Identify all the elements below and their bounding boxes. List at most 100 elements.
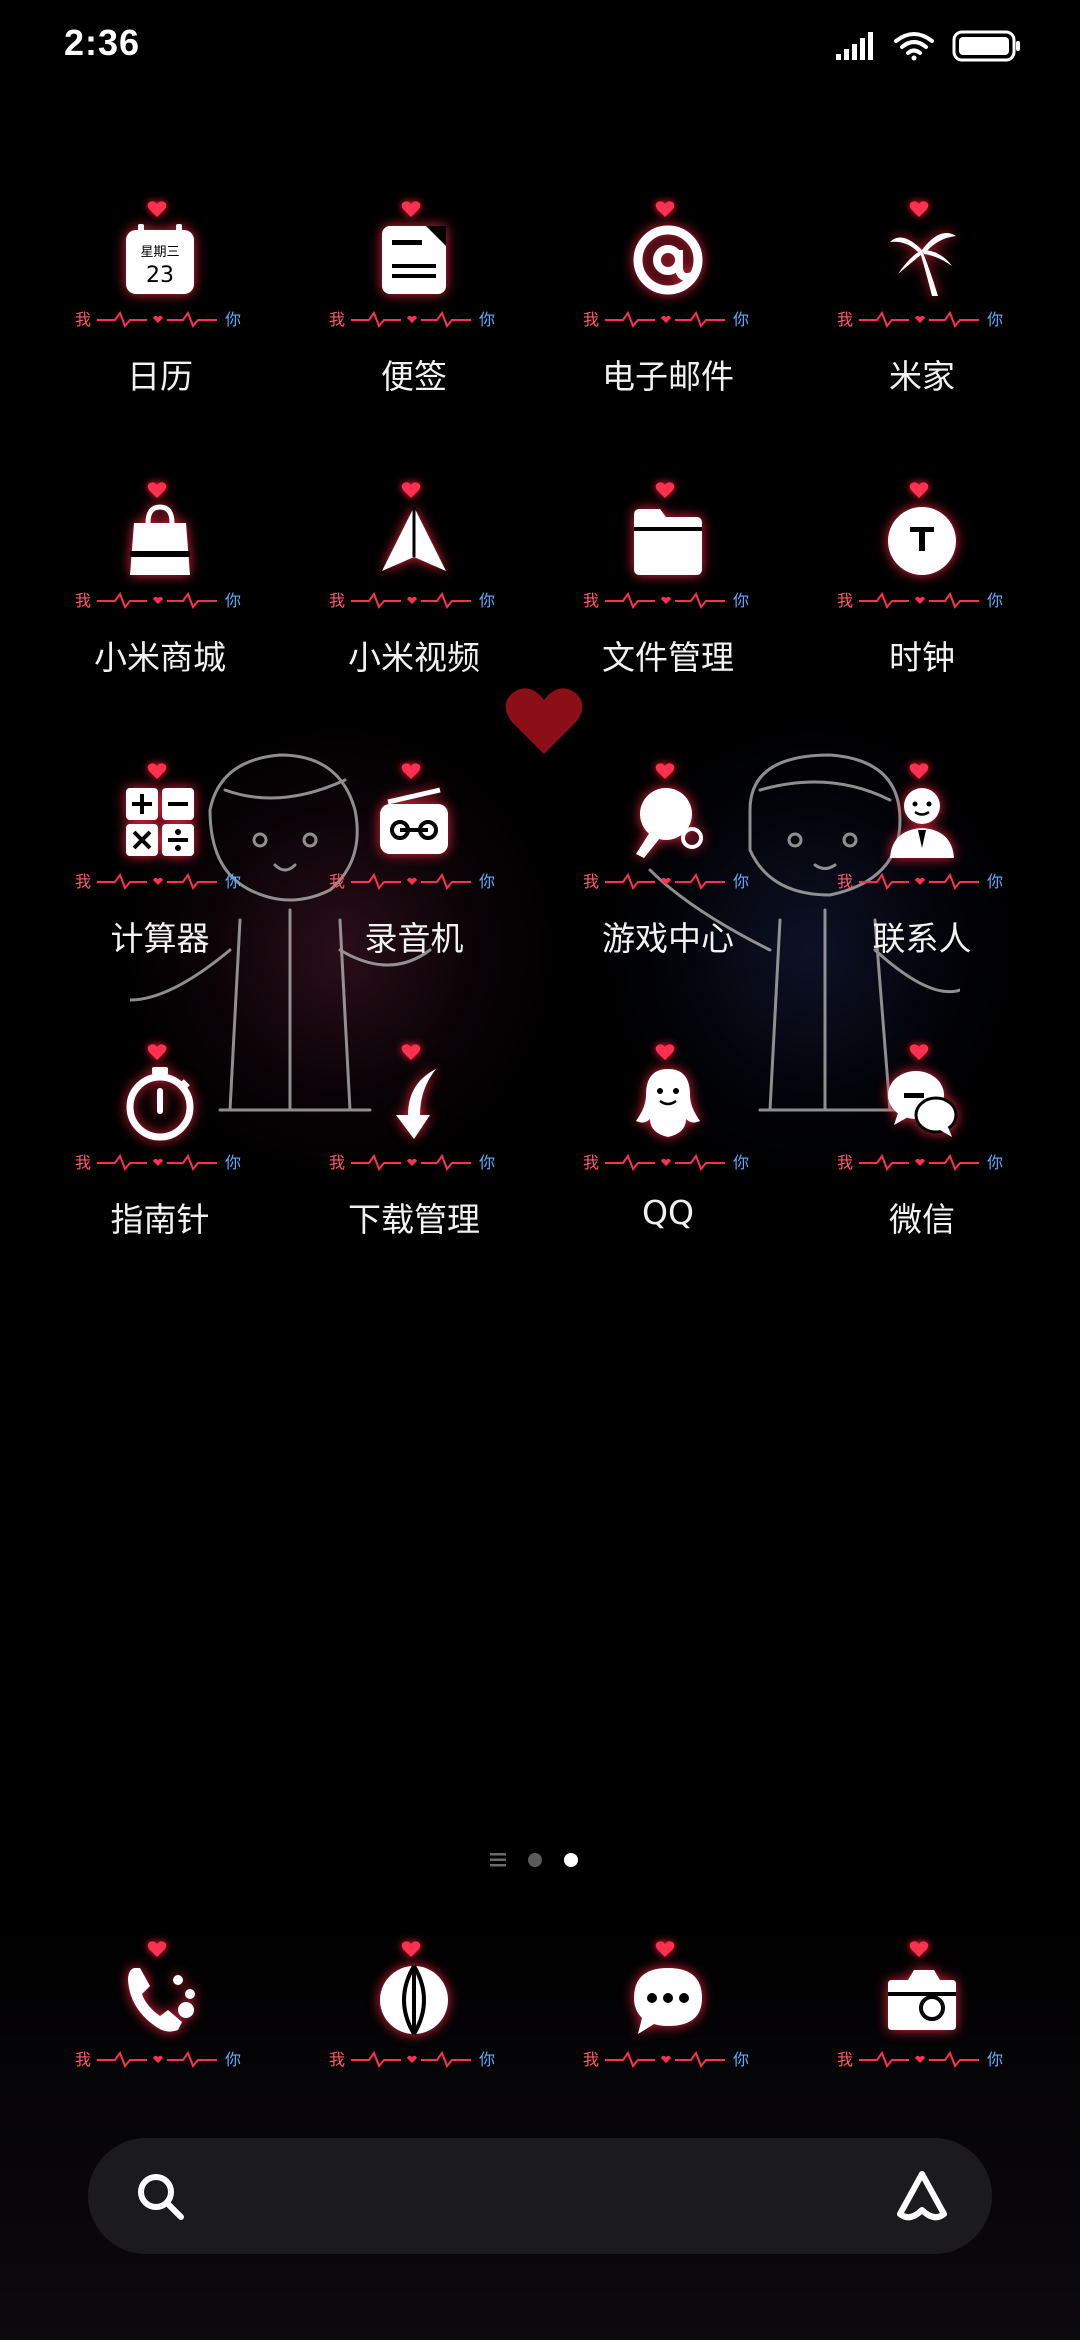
svg-text:你: 你 (733, 591, 749, 610)
svg-text:我: 我 (75, 2050, 91, 2069)
svg-text:你: 你 (733, 2050, 749, 2069)
heart-badge-icon (401, 200, 421, 218)
svg-text:你: 你 (479, 310, 495, 329)
dock-camera[interactable]: 我 你 (795, 1930, 1049, 2100)
app-label: 小米视频 (348, 638, 480, 677)
app-label: 下载管理 (348, 1200, 480, 1239)
svg-text:我: 我 (75, 1153, 91, 1172)
pulse-line: 我 你 (75, 308, 245, 330)
svg-text:你: 你 (479, 2050, 495, 2069)
pulse-line: 我 你 (583, 589, 753, 611)
svg-text:你: 你 (479, 872, 495, 891)
heart-badge-icon (147, 1043, 167, 1061)
svg-text:我: 我 (583, 2050, 599, 2069)
app-label: QQ (642, 1193, 694, 1232)
pulse-line: 我 你 (75, 870, 245, 892)
svg-text:我: 我 (329, 1153, 345, 1172)
app-clock[interactable]: 我 你 时钟 (795, 471, 1049, 711)
app-label: 便签 (381, 357, 447, 396)
svg-text:我: 我 (75, 310, 91, 329)
svg-text:我: 我 (329, 872, 345, 891)
heart-badge-icon (909, 481, 929, 499)
assistant-icon[interactable] (892, 2166, 952, 2226)
app-mi-video[interactable]: 我 你 小米视频 (287, 471, 541, 711)
heart-badge-icon (401, 1043, 421, 1061)
recorder-icon (374, 782, 454, 862)
svg-text:星期三: 星期三 (140, 245, 179, 260)
pulse-line: 我 你 (329, 870, 499, 892)
heart-badge-icon (147, 1940, 167, 1958)
svg-text:你: 你 (987, 591, 1003, 610)
app-label: 指南针 (110, 1200, 210, 1239)
pulse-line: 我 你 (837, 2048, 1007, 2070)
svg-text:我: 我 (583, 591, 599, 610)
svg-text:你: 你 (987, 2050, 1003, 2069)
palm-tree-icon (882, 220, 962, 300)
search-icon[interactable] (134, 2170, 186, 2222)
pulse-line: 我 你 (329, 589, 499, 611)
svg-text:我: 我 (75, 591, 91, 610)
app-label: 联系人 (872, 919, 972, 958)
clock-icon (882, 501, 962, 581)
app-mi-store[interactable]: 我 你 小米商城 (33, 471, 287, 711)
status-time: 2:36 (64, 22, 141, 63)
email-at-icon (628, 220, 708, 300)
app-file-manager[interactable]: 我 你 文件管理 (541, 471, 795, 711)
app-qq[interactable]: 我 你 QQ (541, 1033, 795, 1273)
app-label: 小米商城 (94, 638, 226, 677)
page-dot[interactable] (528, 1853, 542, 1867)
app-mijia[interactable]: 我 你 米家 (795, 190, 1049, 430)
app-email[interactable]: 我 你 电子邮件 (541, 190, 795, 430)
page-indicator[interactable] (490, 1853, 578, 1867)
app-game-center[interactable]: 我 你 游戏中心 (541, 752, 795, 992)
calendar-icon: 星期三 23 (120, 220, 200, 300)
status-icons (836, 30, 1022, 62)
dock-messages[interactable]: 我 你 (541, 1930, 795, 2100)
app-contacts[interactable]: 我 你 联系人 (795, 752, 1049, 992)
heart-badge-icon (655, 200, 675, 218)
list-lines-icon[interactable] (490, 1853, 506, 1867)
page-dot-active[interactable] (564, 1853, 578, 1867)
app-label: 计算器 (110, 919, 210, 958)
svg-text:我: 我 (837, 2050, 853, 2069)
app-label: 电子邮件 (602, 357, 734, 396)
app-wechat[interactable]: 我 你 微信 (795, 1033, 1049, 1273)
svg-text:你: 你 (225, 1153, 241, 1172)
svg-text:你: 你 (733, 310, 749, 329)
pulse-line: 我 你 (75, 1151, 245, 1173)
pulse-line: 我 你 (75, 589, 245, 611)
app-notes[interactable]: 我 你 便签 (287, 190, 541, 430)
app-calculator[interactable]: 我 你 计算器 (33, 752, 287, 992)
camera-icon (882, 1960, 962, 2040)
app-recorder[interactable]: 我 你 录音机 (287, 752, 541, 992)
dock-phone[interactable]: 我 你 (33, 1930, 287, 2100)
pulse-line: 我 你 (583, 2048, 753, 2070)
app-calendar[interactable]: 星期三 23 我 你 日历 (33, 190, 287, 430)
paper-plane-icon (374, 501, 454, 581)
svg-text:你: 你 (987, 872, 1003, 891)
dock-browser[interactable]: 我 你 (287, 1930, 541, 2100)
svg-text:你: 你 (479, 1153, 495, 1172)
svg-text:我: 我 (583, 310, 599, 329)
wifi-icon (894, 32, 934, 61)
pulse-line: 我 你 (329, 2048, 499, 2070)
contact-person-icon (882, 782, 962, 862)
app-downloads[interactable]: 我 你 下载管理 (287, 1033, 541, 1273)
folder-icon (628, 501, 708, 581)
signal-icon (836, 32, 873, 60)
heart-badge-icon (655, 1043, 675, 1061)
heart-badge-icon (909, 200, 929, 218)
svg-text:我: 我 (837, 591, 853, 610)
pulse-line: 我 你 (329, 308, 499, 330)
message-bubble-icon (628, 1960, 708, 2040)
svg-text:你: 你 (733, 1153, 749, 1172)
heart-badge-icon (147, 200, 167, 218)
heart-badge-icon (655, 762, 675, 780)
app-label: 游戏中心 (602, 919, 734, 958)
heart-badge-icon (401, 762, 421, 780)
heart-badge-icon (909, 1940, 929, 1958)
app-compass[interactable]: 我 你 指南针 (33, 1033, 287, 1273)
svg-text:我: 我 (583, 872, 599, 891)
search-bar[interactable] (88, 2138, 992, 2254)
svg-text:我: 我 (75, 872, 91, 891)
